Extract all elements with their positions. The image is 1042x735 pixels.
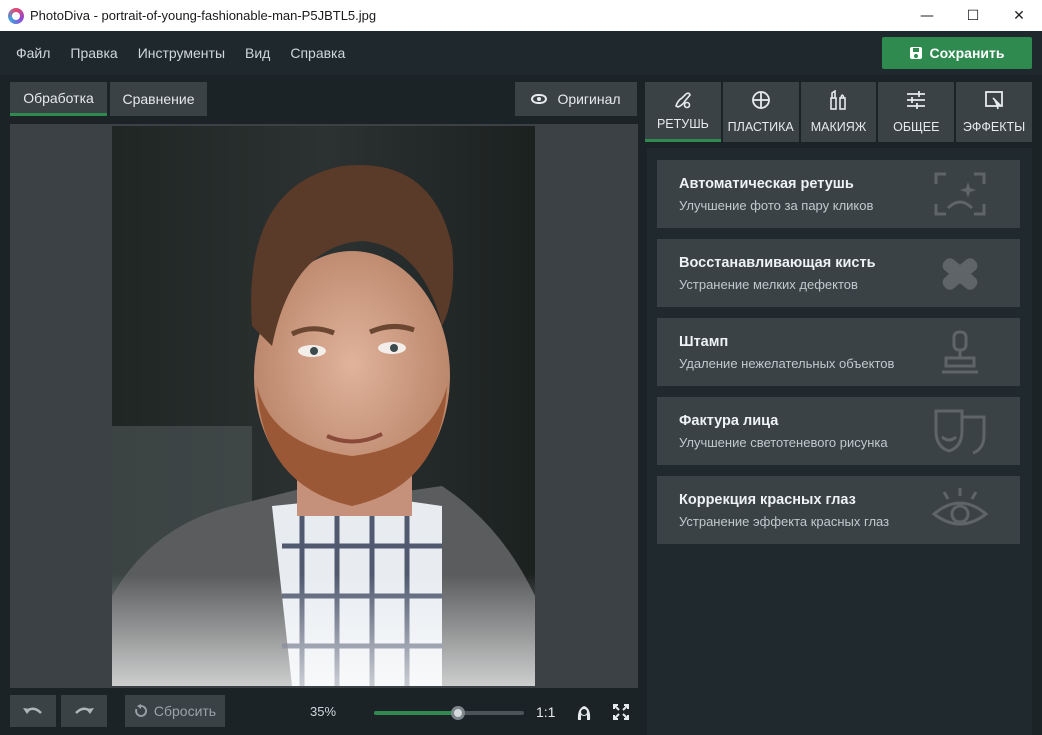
eye-icon	[931, 488, 989, 526]
zoom-slider-fill	[374, 711, 458, 715]
menu-view[interactable]: Вид	[235, 45, 280, 61]
face-detect-button[interactable]	[574, 702, 594, 722]
tools-panel: РЕТУШЬ ПЛАСТИКА МАКИЯЖ ОБЩЕЕ ЭФФЕКТЫ Авт…	[645, 75, 1042, 735]
tool-healing-brush[interactable]: Восстанавливающая кисть Устранение мелки…	[657, 239, 1020, 307]
reset-icon	[135, 704, 147, 717]
app-logo-icon	[8, 7, 24, 24]
tab-process[interactable]: Обработка	[10, 82, 107, 116]
window-title: PhotoDiva - portrait-of-young-fashionabl…	[30, 8, 377, 23]
person-head-icon	[577, 706, 591, 720]
save-button-label: Сохранить	[929, 45, 1005, 61]
plastic-circle-icon	[751, 91, 770, 109]
masks-icon	[934, 409, 986, 455]
menu-help[interactable]: Справка	[280, 45, 355, 61]
menu-edit[interactable]: Правка	[60, 45, 127, 61]
tab-retouch-label: РЕТУШЬ	[656, 117, 709, 131]
eye-icon	[531, 94, 548, 104]
original-button[interactable]: Оригинал	[515, 82, 637, 116]
zoom-slider[interactable]	[374, 706, 524, 720]
tool-face-texture[interactable]: Фактура лица Улучшение светотеневого рис…	[657, 397, 1020, 465]
actual-size-button[interactable]: 1:1	[536, 704, 555, 720]
tab-makeup-label: МАКИЯЖ	[810, 120, 867, 134]
undo-icon	[23, 707, 42, 714]
tool-red-eye[interactable]: Коррекция красных глаз Устранение эффект…	[657, 476, 1020, 544]
tool-auto-retouch[interactable]: Автоматическая ретушь Улучшение фото за …	[657, 160, 1020, 228]
bandage-icon	[942, 258, 978, 290]
original-button-label: Оригинал	[557, 91, 621, 107]
tab-makeup[interactable]: МАКИЯЖ	[800, 82, 877, 142]
reset-button[interactable]: Сбросить	[125, 695, 225, 727]
redo-icon	[75, 707, 94, 714]
editor-panel: Обработка Сравнение Оригинал Сбросить 35…	[0, 75, 645, 735]
floppy-disk-icon	[909, 47, 922, 59]
tab-compare[interactable]: Сравнение	[110, 82, 207, 116]
menu-file[interactable]: Файл	[6, 45, 60, 61]
title-bar: PhotoDiva - portrait-of-young-fashionabl…	[0, 0, 1042, 31]
makeup-icon	[830, 90, 847, 110]
auto-retouch-icon	[934, 172, 986, 216]
fullscreen-icon	[613, 704, 629, 720]
portrait-photo	[112, 126, 535, 686]
reset-label: Сбросить	[153, 703, 217, 719]
save-button[interactable]: Сохранить	[882, 37, 1032, 69]
tab-effects[interactable]: ЭФФЕКТЫ	[956, 82, 1032, 142]
stamp-icon	[942, 330, 978, 374]
zoom-percent: 35%	[310, 704, 337, 719]
tool-tabs: РЕТУШЬ ПЛАСТИКА МАКИЯЖ ОБЩЕЕ ЭФФЕКТЫ	[645, 82, 1032, 142]
tab-retouch[interactable]: РЕТУШЬ	[645, 82, 721, 142]
tab-plastic[interactable]: ПЛАСТИКА	[722, 82, 799, 142]
retouch-brush-icon	[674, 92, 691, 109]
tab-plastic-label: ПЛАСТИКА	[727, 120, 794, 134]
effects-icon	[985, 91, 1003, 110]
close-button[interactable]: ✕	[996, 0, 1042, 31]
zoom-slider-thumb[interactable]	[451, 706, 465, 720]
tool-stamp[interactable]: Штамп Удаление нежелательных объектов	[657, 318, 1020, 386]
menu-bar: Файл Правка Инструменты Вид Справка Сохр…	[0, 31, 1042, 75]
tab-general[interactable]: ОБЩЕЕ	[878, 82, 955, 142]
sliders-icon	[907, 91, 926, 109]
undo-button[interactable]	[10, 695, 56, 727]
minimize-button[interactable]: —	[904, 0, 950, 31]
portrait-illustration	[112, 126, 535, 686]
tab-general-label: ОБЩЕЕ	[893, 120, 940, 134]
redo-button[interactable]	[61, 695, 107, 727]
maximize-button[interactable]: ☐	[950, 0, 996, 31]
menu-tools[interactable]: Инструменты	[128, 45, 235, 61]
fullscreen-button[interactable]	[611, 702, 631, 722]
image-canvas[interactable]	[10, 124, 638, 688]
tab-effects-label: ЭФФЕКТЫ	[962, 120, 1026, 134]
